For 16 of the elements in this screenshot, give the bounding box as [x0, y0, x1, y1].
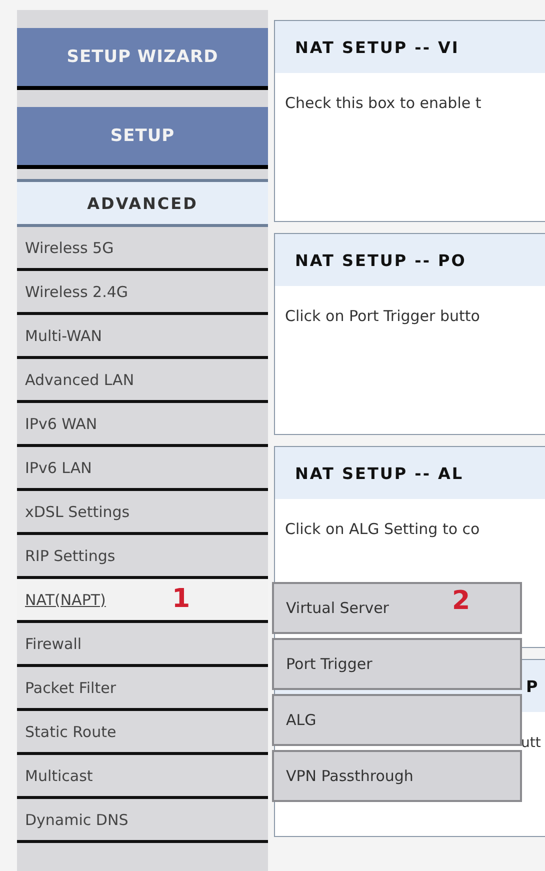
- section-header: ADVANCED: [17, 179, 268, 227]
- annotation-number: 1: [172, 584, 190, 614]
- submenu-item[interactable]: VPN Passthrough: [272, 750, 522, 802]
- panel-title: P: [526, 676, 540, 696]
- annotation-number: 2: [452, 586, 470, 616]
- panel-text: Click on Port Trigger butto: [285, 307, 480, 325]
- panel-text: Click on ALG Setting to co: [285, 520, 480, 538]
- panel-title: NAT SETUP -- VI: [295, 38, 460, 56]
- submenu-item[interactable]: Port Trigger: [272, 638, 522, 690]
- nav-button[interactable]: SETUP: [17, 107, 268, 169]
- nav-button[interactable]: SETUP WIZARD: [17, 28, 268, 90]
- panel-title: NAT SETUP -- AL: [295, 464, 464, 482]
- panel-title: NAT SETUP -- PO: [295, 250, 466, 270]
- submenu-item[interactable]: ALG: [272, 694, 522, 746]
- panel-text: Check this box to enable t: [285, 94, 482, 112]
- panel-text: utt: [521, 735, 541, 751]
